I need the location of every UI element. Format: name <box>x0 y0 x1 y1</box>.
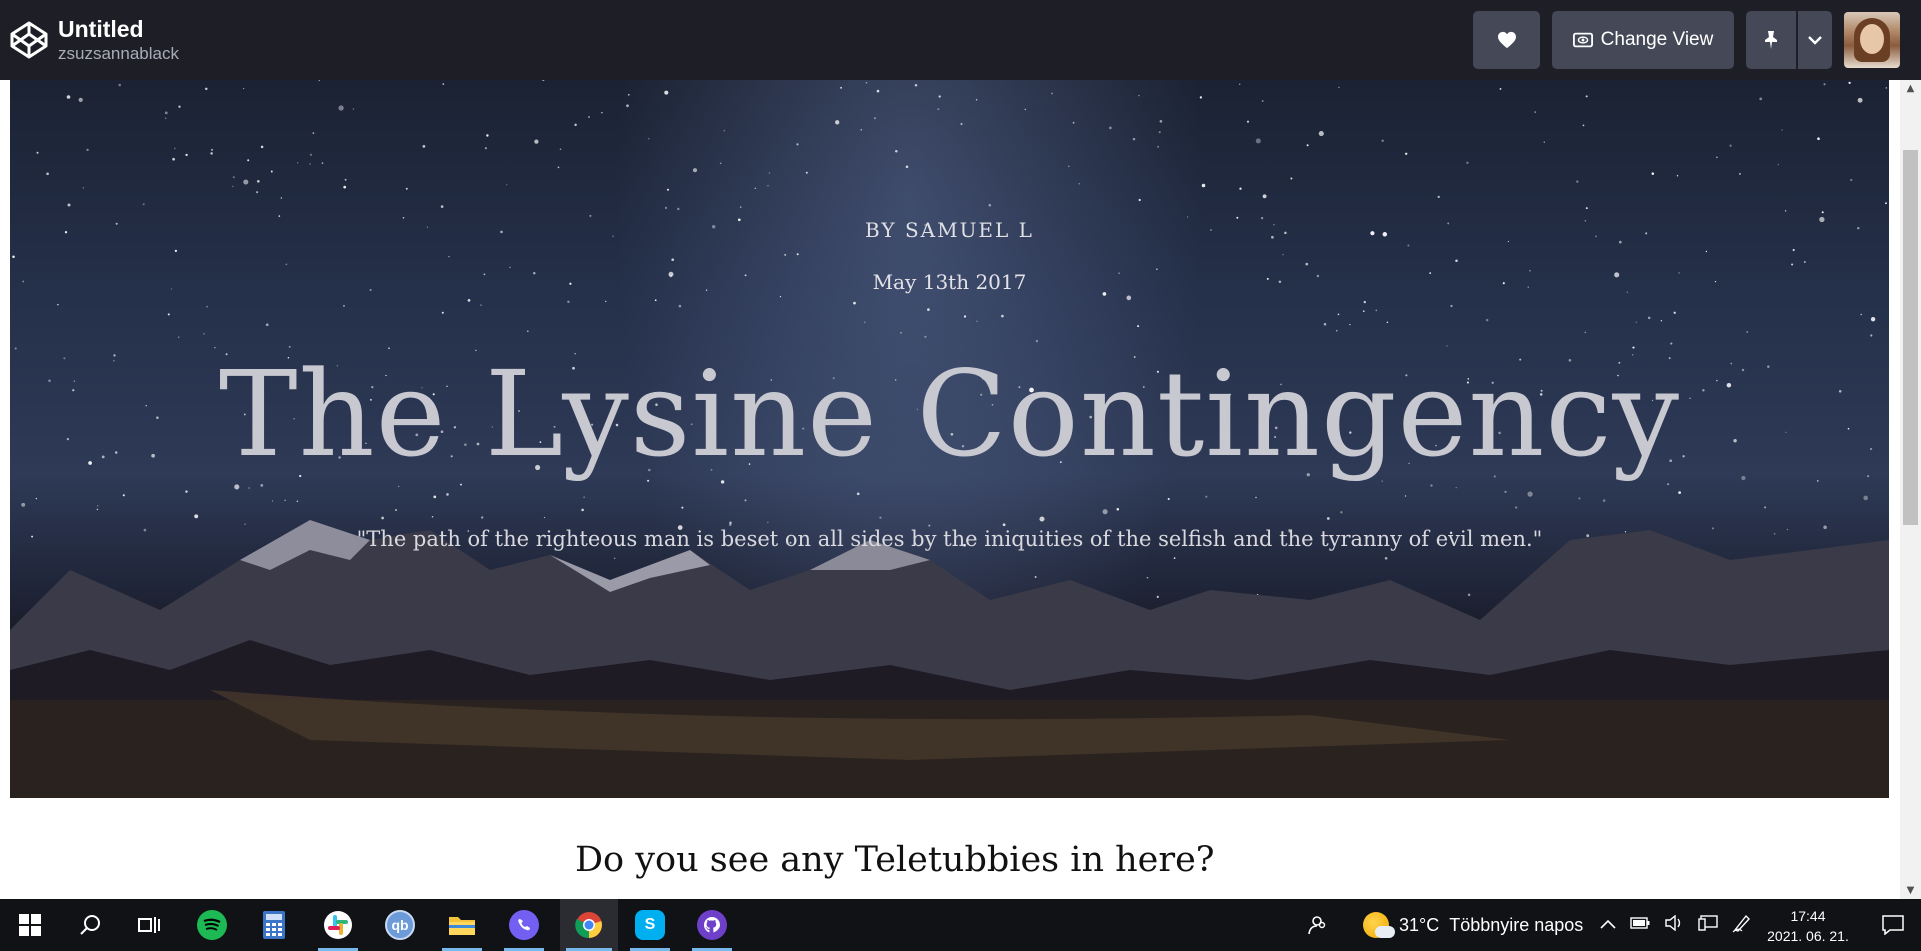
spotify-icon <box>197 910 227 940</box>
article-title: The Lysine Contingency <box>218 345 1681 483</box>
taskbar-app-chrome[interactable] <box>560 899 618 951</box>
windows-taskbar: qb S 31°C Többnyire napos 17:44 2021. 06… <box>0 899 1921 951</box>
taskbar-app-spotify[interactable] <box>186 899 238 951</box>
notification-icon <box>1882 915 1904 935</box>
system-tray <box>1600 899 1752 951</box>
github-icon <box>697 910 727 940</box>
start-button[interactable] <box>4 899 56 951</box>
taskbar-app-file-explorer[interactable] <box>436 899 488 951</box>
qbittorrent-label: qb <box>391 917 409 933</box>
clock-time: 17:44 <box>1790 908 1826 924</box>
codepen-logo-icon[interactable] <box>9 20 49 60</box>
pin-button[interactable] <box>1746 11 1796 69</box>
folder-icon <box>449 917 475 935</box>
change-view-label: Change View <box>1600 29 1714 50</box>
task-view-button[interactable] <box>124 899 176 951</box>
pin-icon <box>1765 31 1777 49</box>
hero-banner: BY SAMUEL L May 13th 2017 The Lysine Con… <box>10 80 1889 798</box>
like-button[interactable] <box>1473 11 1540 69</box>
taskbar-app-viber[interactable] <box>498 899 550 951</box>
windows-logo-icon <box>19 914 41 936</box>
pen-title[interactable]: Untitled <box>58 16 179 42</box>
pen-author[interactable]: zsuzsannablack <box>58 44 179 64</box>
pen-workspace-icon[interactable] <box>1732 913 1752 938</box>
clock-date: 2021. 06. 21. <box>1767 928 1849 944</box>
people-icon <box>1308 916 1326 935</box>
battery-icon[interactable] <box>1630 916 1650 934</box>
people-button[interactable] <box>1290 899 1342 951</box>
action-center-button[interactable] <box>1868 899 1918 951</box>
article-byline: BY SAMUEL L <box>865 218 1034 242</box>
scroll-down-icon[interactable]: ▼ <box>1900 882 1921 899</box>
search-icon <box>80 915 100 935</box>
codepen-header: Untitled zsuzsannablack Change View <box>0 0 1921 80</box>
task-view-icon <box>138 917 160 933</box>
pin-dropdown-button[interactable] <box>1798 11 1832 69</box>
taskbar-app-github[interactable] <box>686 899 738 951</box>
taskbar-clock[interactable]: 17:44 2021. 06. 21. <box>1758 906 1858 946</box>
eye-icon <box>1572 32 1593 48</box>
chevron-up-icon[interactable] <box>1600 916 1616 934</box>
slack-icon <box>324 911 352 939</box>
weather-condition: Többnyire napos <box>1449 914 1584 935</box>
taskbar-app-calculator[interactable] <box>248 899 300 951</box>
hero-content: BY SAMUEL L May 13th 2017 The Lysine Con… <box>10 80 1889 798</box>
skype-label: S <box>644 916 656 933</box>
chevron-down-icon <box>1808 35 1822 45</box>
avatar-face <box>1860 24 1884 54</box>
taskbar-search-button[interactable] <box>64 899 116 951</box>
taskbar-app-skype[interactable]: S <box>624 899 676 951</box>
preview-scrollbar[interactable]: ▲ ▼ <box>1900 80 1921 899</box>
chrome-icon <box>575 912 602 939</box>
header-actions: Change View <box>1473 11 1900 69</box>
pen-title-block: Untitled zsuzsannablack <box>58 16 179 64</box>
heart-icon <box>1497 31 1516 49</box>
scrollbar-thumb[interactable] <box>1903 150 1918 525</box>
article-quote: "The path of the righteous man is beset … <box>356 527 1543 551</box>
pin-button-group <box>1746 11 1832 69</box>
qbittorrent-icon: qb <box>385 910 415 940</box>
user-avatar[interactable] <box>1844 12 1900 68</box>
scroll-up-icon[interactable]: ▲ <box>1900 80 1921 97</box>
article-date: May 13th 2017 <box>872 270 1027 294</box>
pen-preview: BY SAMUEL L May 13th 2017 The Lysine Con… <box>0 80 1921 899</box>
change-view-button[interactable]: Change View <box>1552 11 1734 69</box>
calculator-icon <box>263 911 285 939</box>
taskbar-app-slack[interactable] <box>312 899 364 951</box>
viber-icon <box>509 910 539 940</box>
taskbar-app-qbittorrent[interactable]: qb <box>374 899 426 951</box>
section-heading: Do you see any Teletubbies in here? <box>575 840 1215 880</box>
network-icon[interactable] <box>1698 914 1718 936</box>
weather-temperature: 31°C <box>1399 914 1440 935</box>
weather-widget[interactable]: 31°C Többnyire napos <box>1363 899 1583 951</box>
volume-icon[interactable] <box>1664 914 1684 936</box>
skype-icon: S <box>635 910 665 940</box>
partly-sunny-icon <box>1363 912 1395 938</box>
